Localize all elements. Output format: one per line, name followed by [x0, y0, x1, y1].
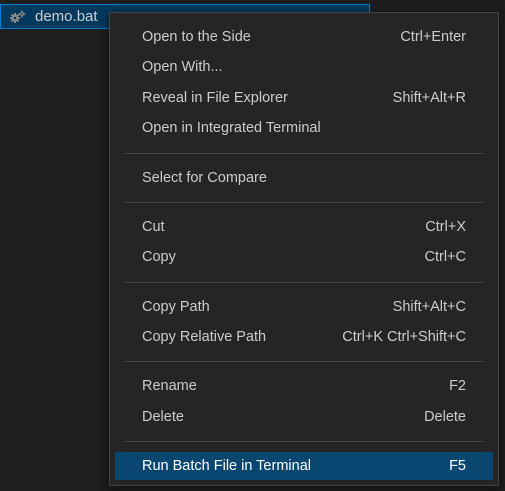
menu-separator	[124, 282, 484, 283]
menu-item-shortcut: Ctrl+C	[424, 249, 467, 265]
menu-separator	[124, 361, 484, 362]
menu-item-open-with[interactable]: Open With...	[115, 53, 493, 81]
menu-item-copy-relative-path[interactable]: Copy Relative Path Ctrl+K Ctrl+Shift+C	[115, 323, 493, 351]
menu-item-shortcut: Ctrl+Enter	[400, 29, 466, 45]
file-name-label: demo.bat	[35, 8, 98, 25]
menu-item-label: Copy Relative Path	[142, 329, 267, 345]
explorer-pane: demo.bat Open to the Side Ctrl+Enter Ope…	[0, 0, 505, 491]
menu-item-shortcut: Delete	[424, 409, 466, 425]
gear-icon	[9, 10, 27, 24]
menu-item-cut[interactable]: Cut Ctrl+X	[115, 213, 493, 241]
menu-item-shortcut: F5	[449, 458, 466, 474]
menu-item-shortcut: F2	[449, 378, 466, 394]
menu-item-label: Delete	[142, 409, 184, 425]
menu-separator	[124, 441, 484, 442]
menu-separator	[124, 202, 484, 203]
menu-item-open-in-integrated-terminal[interactable]: Open in Integrated Terminal	[115, 114, 493, 142]
menu-item-label: Open in Integrated Terminal	[142, 120, 321, 136]
menu-item-delete[interactable]: Delete Delete	[115, 403, 493, 431]
menu-item-copy[interactable]: Copy Ctrl+C	[115, 243, 493, 271]
menu-item-open-to-the-side[interactable]: Open to the Side Ctrl+Enter	[115, 23, 493, 51]
menu-item-label: Rename	[142, 378, 197, 394]
menu-item-select-for-compare[interactable]: Select for Compare	[115, 164, 493, 192]
menu-item-label: Open to the Side	[142, 29, 251, 45]
menu-item-label: Copy Path	[142, 299, 210, 315]
menu-item-label: Cut	[142, 219, 165, 235]
menu-item-label: Select for Compare	[142, 170, 267, 186]
context-menu: Open to the Side Ctrl+Enter Open With...…	[109, 12, 499, 486]
menu-separator	[124, 153, 484, 154]
menu-item-reveal-in-file-explorer[interactable]: Reveal in File Explorer Shift+Alt+R	[115, 84, 493, 112]
menu-item-rename[interactable]: Rename F2	[115, 372, 493, 400]
menu-item-shortcut: Ctrl+X	[425, 219, 466, 235]
menu-item-label: Copy	[142, 249, 176, 265]
menu-item-label: Run Batch File in Terminal	[142, 458, 311, 474]
menu-item-label: Open With...	[142, 59, 223, 75]
menu-item-shortcut: Shift+Alt+R	[392, 90, 466, 106]
menu-item-label: Reveal in File Explorer	[142, 90, 288, 106]
menu-item-shortcut: Shift+Alt+C	[392, 299, 466, 315]
menu-item-shortcut: Ctrl+K Ctrl+Shift+C	[342, 329, 466, 345]
menu-item-run-batch-file-in-terminal[interactable]: Run Batch File in Terminal F5	[115, 452, 493, 480]
menu-item-copy-path[interactable]: Copy Path Shift+Alt+C	[115, 293, 493, 321]
